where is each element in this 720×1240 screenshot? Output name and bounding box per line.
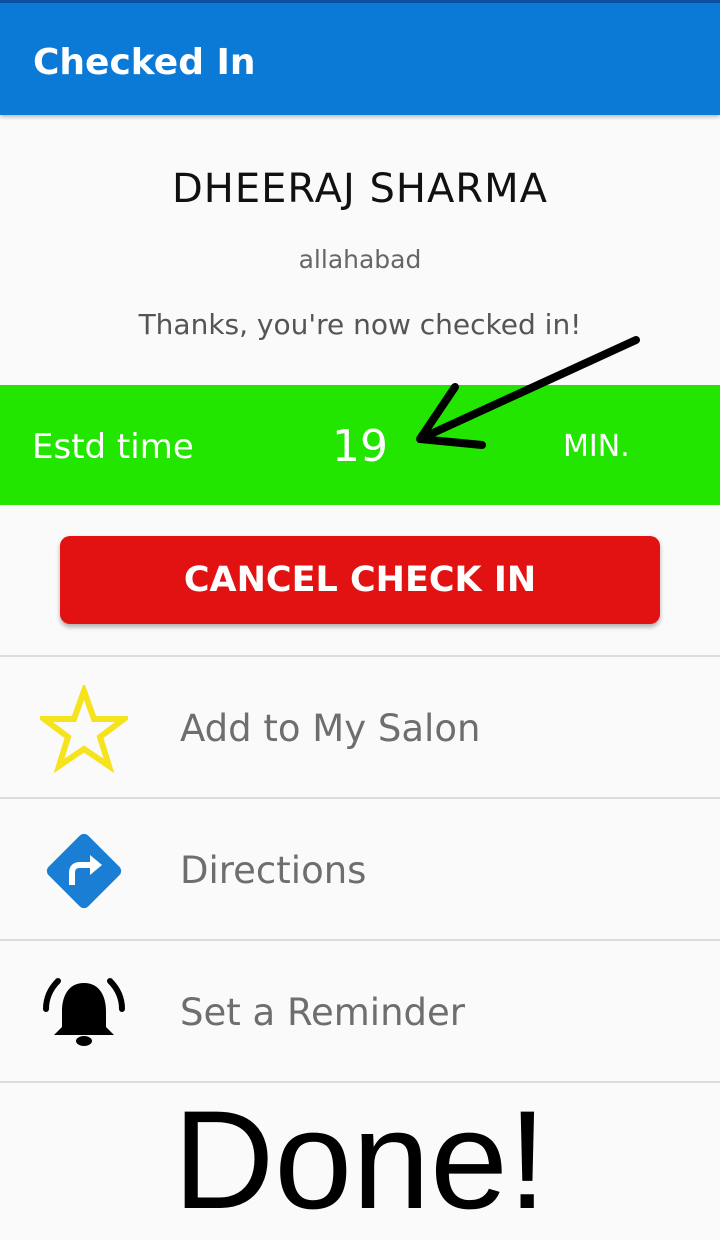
directions-icon bbox=[46, 833, 122, 909]
set-reminder-row[interactable]: Set a Reminder bbox=[0, 941, 720, 1081]
directions-label: Directions bbox=[180, 849, 367, 892]
bell-ringing-icon bbox=[43, 978, 125, 1046]
app-bar-title: Checked In bbox=[33, 42, 256, 83]
add-to-my-salon-row[interactable]: Add to My Salon bbox=[0, 657, 720, 797]
arrow-pointing-icon bbox=[416, 336, 640, 449]
app-bar: Checked In bbox=[0, 0, 720, 115]
set-reminder-label: Set a Reminder bbox=[180, 991, 465, 1034]
cancel-check-in-button[interactable]: CANCEL CHECK IN bbox=[60, 536, 660, 624]
salon-name: DHEERAJ SHARMA bbox=[172, 166, 548, 212]
done-overlay-text: Done! bbox=[173, 1081, 547, 1238]
star-outline-icon bbox=[40, 685, 128, 773]
estimated-time-label: Estd time bbox=[32, 427, 194, 467]
salon-city: allahabad bbox=[298, 245, 422, 274]
add-to-my-salon-label: Add to My Salon bbox=[180, 707, 481, 750]
directions-row[interactable]: Directions bbox=[0, 799, 720, 939]
